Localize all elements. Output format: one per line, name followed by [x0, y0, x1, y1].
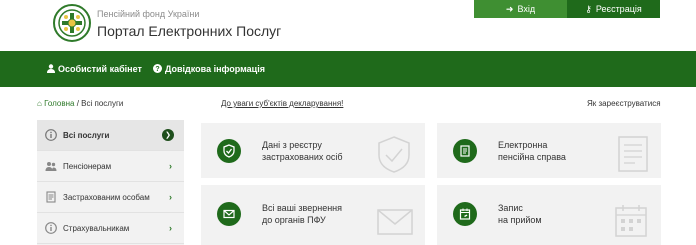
register-label: Реєстрація: [595, 4, 642, 14]
nav-help-info[interactable]: ? Довідкова інформація: [153, 51, 265, 87]
main-nav: Особистий кабінет ? Довідкова інформація: [0, 51, 696, 87]
chevron-right-icon: ›: [169, 161, 172, 171]
sidebar-item-label: Застрахованим особам: [63, 192, 150, 202]
nav-cabinet-label: Особистий кабінет: [58, 64, 142, 74]
portal-title[interactable]: Портал Електронних Послуг: [97, 23, 281, 39]
card-title-line1: Дані з реєстру: [262, 140, 322, 150]
user-icon: [47, 63, 55, 75]
sidebar-item-pensioners[interactable]: Пенсіонерам ›: [37, 151, 184, 182]
sidebar: Всі послуги ❯ Пенсіонерам › Застраховани…: [37, 120, 184, 245]
nav-help-label: Довідкова інформація: [165, 64, 265, 74]
document-icon: [45, 191, 57, 203]
sign-in-icon: ➜: [505, 3, 514, 14]
key-icon: ⚷: [585, 3, 592, 14]
sidebar-item-label: Страхувальникам: [63, 223, 130, 233]
how-to-register-link[interactable]: Як зареєструватися: [587, 99, 661, 108]
shield-watermark-icon: [378, 136, 410, 173]
login-button[interactable]: ➜ Вхід: [474, 0, 567, 18]
login-label: Вхід: [517, 4, 536, 14]
service-card-insured-registry[interactable]: Дані з реєстру застрахованих осіб: [201, 123, 425, 178]
sidebar-item-all-services[interactable]: Всі послуги ❯: [37, 120, 184, 151]
card-title-line1: Електронна: [498, 140, 548, 150]
chevron-right-icon: ›: [169, 192, 172, 202]
card-title-line2: застрахованих осіб: [262, 152, 343, 162]
shield-icon: [217, 139, 241, 163]
header: Пенсійний фонд України Портал Електронни…: [0, 0, 696, 51]
service-card-e-pension-file[interactable]: Електронна пенсійна справа: [437, 123, 661, 178]
breadcrumb-current: Всі послуги: [81, 99, 124, 108]
envelope-watermark-icon: [377, 209, 413, 235]
home-icon: ⌂: [37, 99, 42, 108]
svg-text:?: ?: [155, 66, 159, 73]
register-button[interactable]: ⚷ Реєстрація: [567, 0, 660, 18]
service-card-appeals[interactable]: Всі ваші звернення до органів ПФУ: [201, 185, 425, 245]
calendar-icon: [453, 202, 477, 226]
envelope-icon: [217, 202, 241, 226]
pfu-emblem-icon: [58, 9, 86, 37]
card-title-line1: Всі ваші звернення: [262, 203, 343, 213]
pfu-logo[interactable]: [53, 4, 91, 42]
card-title-line2: пенсійна справа: [498, 152, 566, 162]
service-card-appointment[interactable]: Запис на прийом: [437, 185, 661, 245]
chevron-right-icon: ›: [169, 223, 172, 233]
document-watermark-icon: [618, 136, 648, 172]
sidebar-item-label: Всі послуги: [63, 130, 110, 140]
breadcrumb-home[interactable]: ⌂ Головна: [37, 99, 74, 108]
card-title-line2: на прийом: [498, 215, 542, 225]
card-title-line1: Запис: [498, 203, 523, 213]
sidebar-item-insurers[interactable]: Страхувальникам ›: [37, 213, 184, 244]
declarants-notice-link[interactable]: До уваги суб'єктів декларування!: [221, 99, 343, 108]
folder-icon: [453, 139, 477, 163]
org-name: Пенсійний фонд України: [97, 9, 200, 19]
calendar-watermark-icon: [615, 205, 647, 237]
info-circle-icon: [45, 129, 57, 141]
info-icon: [45, 222, 57, 234]
users-icon: [45, 160, 57, 172]
sidebar-item-insured-persons[interactable]: Застрахованим особам ›: [37, 182, 184, 213]
question-circle-icon: ?: [153, 63, 162, 75]
sidebar-item-label: Пенсіонерам: [63, 161, 112, 171]
nav-personal-cabinet[interactable]: Особистий кабінет: [47, 51, 142, 87]
breadcrumb: ⌂ Головна / Всі послуги: [37, 99, 124, 108]
card-title-line2: до органів ПФУ: [262, 215, 326, 225]
chevron-right-icon: ❯: [162, 129, 174, 141]
page: Пенсійний фонд України Портал Електронни…: [0, 0, 696, 245]
